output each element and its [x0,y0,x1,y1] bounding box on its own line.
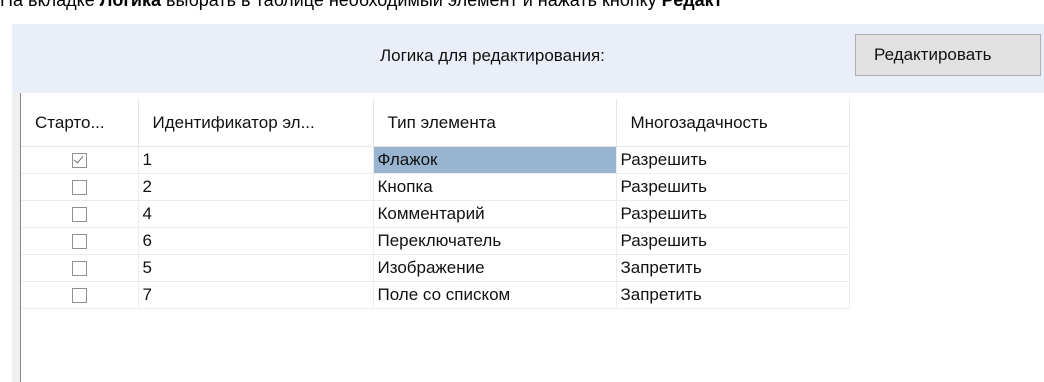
start-cell [21,146,139,174]
column-header-multitask[interactable]: Многозадачность [616,99,850,147]
element-id-cell[interactable]: 2 [138,173,374,201]
start-checkbox[interactable] [71,180,87,196]
start-cell [21,173,139,201]
edit-button[interactable]: Редактировать [855,34,1041,76]
start-checkbox[interactable] [71,153,87,169]
element-type-cell[interactable]: Изображение [373,254,617,282]
multitask-cell[interactable]: Разрешить [616,146,850,174]
instruction-tab-name: Логика [99,0,161,10]
logic-panel: Логика для редактирования: Редактировать… [12,24,1044,382]
instruction-button-name: Редакт [661,0,723,10]
elements-grid: Старто... Идентификатор эл... Тип элемен… [20,93,1044,382]
logic-label: Логика для редактирования: [380,46,605,65]
start-cell [21,254,139,282]
start-cell [21,227,139,255]
element-type-cell[interactable]: Комментарий [373,200,617,228]
table-row[interactable]: 1 Флажок Разрешить [21,146,850,174]
instruction-prefix: На вкладке [0,0,100,10]
column-header-type[interactable]: Тип элемента [373,99,617,147]
multitask-cell[interactable]: Запретить [616,254,850,282]
column-header-start[interactable]: Старто... [21,99,139,147]
element-type-cell[interactable]: Кнопка [373,173,617,201]
start-checkbox[interactable] [71,234,87,250]
multitask-cell[interactable]: Разрешить [616,200,850,228]
element-id-cell[interactable]: 6 [138,227,374,255]
start-cell [21,200,139,228]
start-checkbox[interactable] [71,207,87,223]
elements-table: Старто... Идентификатор эл... Тип элемен… [21,99,850,309]
table-row[interactable]: 2 Кнопка Разрешить [21,173,850,201]
element-type-cell[interactable]: Переключатель [373,227,617,255]
instruction-text: На вкладке Логика выбрать в таблице необ… [0,0,723,12]
multitask-cell[interactable]: Запретить [616,281,850,309]
table-row[interactable]: 5 Изображение Запретить [21,254,850,282]
element-id-cell[interactable]: 1 [138,146,374,174]
element-type-cell[interactable]: Флажок [373,146,617,174]
element-id-cell[interactable]: 5 [138,254,374,282]
start-checkbox[interactable] [71,261,87,277]
logic-toolbar: Логика для редактирования: Редактировать [12,24,1044,93]
table-row[interactable]: 6 Переключатель Разрешить [21,227,850,255]
multitask-cell[interactable]: Разрешить [616,227,850,255]
multitask-cell[interactable]: Разрешить [616,173,850,201]
start-checkbox[interactable] [71,288,87,304]
column-header-id[interactable]: Идентификатор эл... [138,99,374,147]
table-row[interactable]: 4 Комментарий Разрешить [21,200,850,228]
instruction-middle: выбрать в таблице необходимый элемент и … [160,0,662,10]
start-cell [21,281,139,309]
element-type-cell[interactable]: Поле со списком [373,281,617,309]
table-header: Старто... Идентификатор эл... Тип элемен… [21,99,850,147]
element-id-cell[interactable]: 7 [138,281,374,309]
table-row[interactable]: 7 Поле со списком Запретить [21,281,850,309]
element-id-cell[interactable]: 4 [138,200,374,228]
